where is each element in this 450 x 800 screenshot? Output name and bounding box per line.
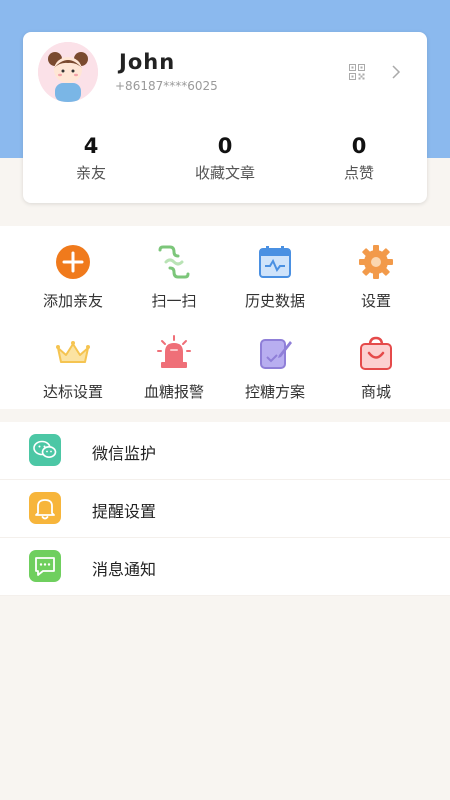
grid-label: 设置 <box>360 292 391 310</box>
list-label: 消息通知 <box>92 560 157 579</box>
user-name: John <box>119 50 176 74</box>
gear-icon <box>359 245 393 279</box>
list-label: 微信监护 <box>92 444 157 463</box>
grid-label: 历史数据 <box>244 292 305 310</box>
grid-item-history-data[interactable]: 历史数据 <box>219 230 331 320</box>
chevron-right-icon[interactable] <box>389 63 403 81</box>
history-data-icon <box>259 246 291 278</box>
stat-value: 0 <box>351 134 367 158</box>
grid-label: 控糖方案 <box>244 383 305 401</box>
scan-icon <box>158 245 190 279</box>
list-item-reminder-settings[interactable]: 提醒设置 <box>0 480 450 538</box>
stat-label: 收藏文章 <box>194 164 255 182</box>
grid-item-settings[interactable]: 设置 <box>320 230 432 320</box>
alarm-icon <box>157 335 191 368</box>
list-item-message-notifications[interactable]: 消息通知 <box>0 538 450 596</box>
grid-item-glucose-alarm[interactable]: 血糖报警 <box>118 321 230 411</box>
stat-friends[interactable]: 4 亲友 <box>31 132 151 183</box>
stat-value: 0 <box>217 134 233 158</box>
grid-label: 商城 <box>360 383 391 401</box>
grid-item-add-friend[interactable]: 添加亲友 <box>17 230 129 320</box>
grid-label: 达标设置 <box>42 383 103 401</box>
qr-code-icon[interactable] <box>349 64 365 80</box>
wechat-icon <box>29 434 61 466</box>
shopping-bag-icon <box>360 336 392 370</box>
plus-icon <box>56 245 90 279</box>
crown-icon <box>56 341 90 363</box>
grid-item-target-settings[interactable]: 达标设置 <box>17 321 129 411</box>
plan-edit-icon <box>260 339 292 369</box>
grid-item-mall[interactable]: 商城 <box>320 321 432 411</box>
stat-favorites[interactable]: 0 收藏文章 <box>165 132 285 183</box>
grid-label: 血糖报警 <box>143 383 204 401</box>
list-item-wechat-monitor[interactable]: 微信监护 <box>0 422 450 480</box>
message-icon <box>29 550 61 582</box>
stat-label: 点赞 <box>343 164 374 182</box>
settings-list: 微信监护 提醒设置 消息通知 <box>0 422 450 596</box>
grid-item-scan[interactable]: 扫一扫 <box>118 230 230 320</box>
profile-card[interactable]: John +86187****6025 4 亲友 0 收藏文章 0 点赞 <box>23 32 427 203</box>
list-label: 提醒设置 <box>92 502 157 521</box>
avatar[interactable] <box>38 42 98 102</box>
grid-item-glucose-plan[interactable]: 控糖方案 <box>219 321 331 411</box>
stat-label: 亲友 <box>75 164 106 182</box>
stat-value: 4 <box>83 134 99 158</box>
grid-label: 扫一扫 <box>151 292 197 310</box>
bell-icon <box>29 492 61 524</box>
user-phone: +86187****6025 <box>115 79 218 93</box>
stat-likes[interactable]: 0 点赞 <box>299 132 419 183</box>
grid-label: 添加亲友 <box>42 292 103 310</box>
function-grid: 添加亲友 扫一扫 历史数据 设置 达标设置 血糖报警 控糖方案 商城 <box>0 226 450 409</box>
